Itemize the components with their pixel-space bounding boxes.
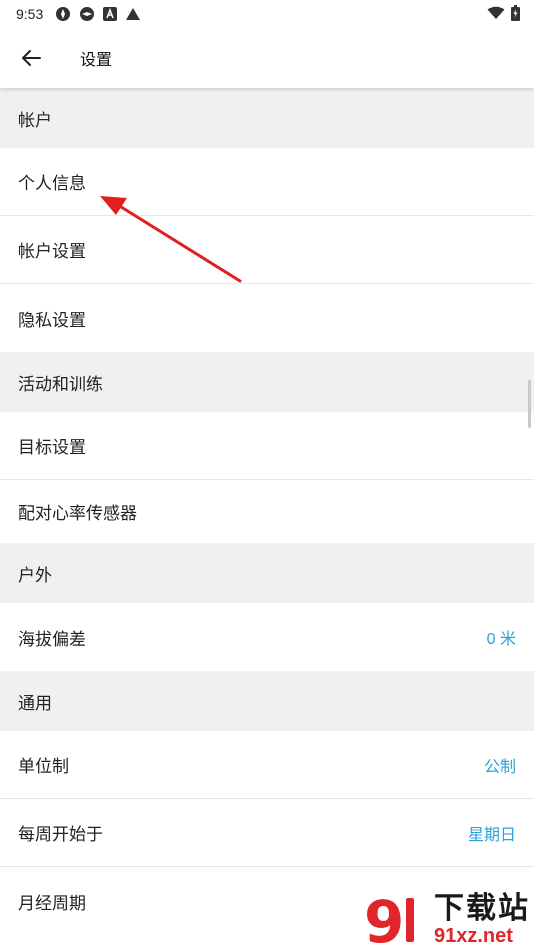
settings-item-unit-system[interactable]: 单位制 公制 bbox=[0, 731, 534, 799]
page-title: 设置 bbox=[80, 52, 113, 69]
watermark-url: 91xz.net bbox=[434, 925, 513, 947]
watermark-text: 下载站 bbox=[434, 892, 530, 925]
settings-item-week-start[interactable]: 每周开始于 星期日 bbox=[0, 799, 534, 867]
settings-item-account-settings[interactable]: 帐户设置 bbox=[0, 216, 534, 284]
notification-icon bbox=[55, 6, 71, 22]
triangle-icon bbox=[125, 7, 141, 21]
settings-item-label: 目标设置 bbox=[18, 438, 86, 457]
notification-icon bbox=[79, 6, 95, 22]
settings-item-label: 海拔偏差 bbox=[18, 629, 86, 649]
settings-item-label: 帐户设置 bbox=[18, 242, 86, 261]
section-header-activity: 活动和训练 bbox=[0, 352, 534, 412]
section-header-general: 通用 bbox=[0, 671, 534, 731]
back-arrow-icon bbox=[22, 50, 41, 66]
scrollbar-thumb[interactable] bbox=[528, 380, 531, 428]
settings-item-label: 配对心率传感器 bbox=[18, 504, 137, 523]
settings-item-label: 每周开始于 bbox=[18, 825, 103, 844]
watermark: 9 下载站 91xz.net bbox=[362, 892, 530, 948]
section-header-outdoor: 户外 bbox=[0, 543, 534, 603]
section-header-account: 帐户 bbox=[0, 88, 534, 148]
settings-item-privacy-settings[interactable]: 隐私设置 bbox=[0, 284, 534, 352]
watermark-logo-icon: 9 bbox=[364, 892, 414, 948]
settings-item-personal-info[interactable]: 个人信息 bbox=[0, 148, 534, 216]
settings-item-pair-hr-sensor[interactable]: 配对心率传感器 bbox=[0, 480, 534, 543]
settings-item-label: 月经周期 bbox=[18, 893, 86, 913]
settings-item-goal-settings[interactable]: 目标设置 bbox=[0, 412, 534, 480]
settings-item-altitude-offset[interactable]: 海拔偏差 0 米 bbox=[0, 603, 534, 671]
status-time: 9:53 bbox=[16, 6, 44, 22]
settings-item-value: 0 米 bbox=[486, 631, 516, 648]
wifi-icon bbox=[487, 6, 505, 23]
app-bar: 设置 bbox=[0, 28, 534, 88]
svg-text:9: 9 bbox=[364, 892, 404, 948]
settings-item-value: 公制 bbox=[483, 758, 516, 776]
settings-item-label: 隐私设置 bbox=[18, 310, 86, 330]
battery-icon bbox=[511, 4, 520, 24]
settings-item-label: 个人信息 bbox=[18, 174, 86, 193]
status-bar: 9:53 bbox=[0, 0, 534, 28]
settings-item-value: 星期日 bbox=[467, 826, 516, 844]
settings-item-label: 单位制 bbox=[18, 757, 69, 776]
back-button[interactable] bbox=[0, 28, 62, 88]
a-icon bbox=[103, 7, 118, 21]
